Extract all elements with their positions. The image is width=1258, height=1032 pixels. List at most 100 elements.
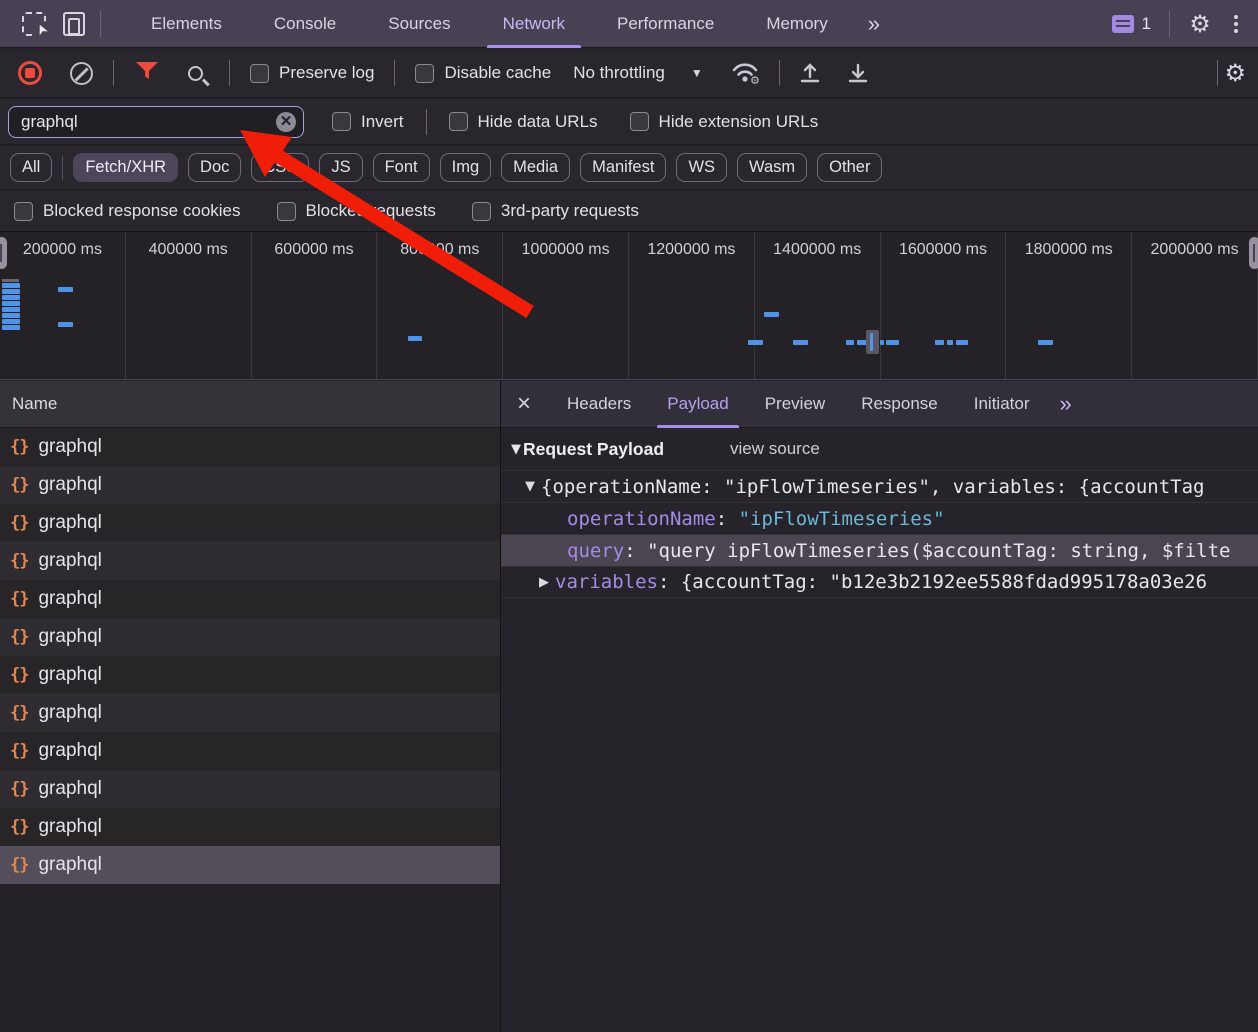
network-settings-gear-icon[interactable]: ⚙	[1224, 61, 1246, 86]
issues-counter[interactable]: 1	[1104, 14, 1159, 34]
detail-tab-preview[interactable]: Preview	[747, 381, 843, 428]
json-file-icon: {}	[10, 779, 28, 799]
timeline-request-bar	[2, 319, 20, 324]
payload-token: "ipFlowTimeseries"	[739, 508, 945, 530]
record-network-log-button[interactable]	[18, 61, 42, 85]
detail-more-tabs-icon[interactable]: »	[1048, 391, 1082, 417]
request-row[interactable]: {}graphql	[0, 428, 500, 466]
json-file-icon: {}	[10, 817, 28, 837]
request-row[interactable]: {}graphql	[0, 732, 500, 770]
chip-css[interactable]: CSS	[251, 153, 309, 182]
hide-extension-urls-label: Hide extension URLs	[659, 112, 819, 132]
request-payload-header[interactable]: ▼ Request Payload view source	[501, 428, 1258, 470]
json-file-icon: {}	[10, 665, 28, 685]
chip-media[interactable]: Media	[501, 153, 570, 182]
request-name: graphql	[38, 474, 101, 496]
chip-img[interactable]: Img	[440, 153, 492, 182]
preserve-log-checkbox[interactable]: Preserve log	[250, 63, 374, 83]
detail-tab-initiator[interactable]: Initiator	[956, 381, 1048, 428]
chip-other[interactable]: Other	[817, 153, 882, 182]
overview-left-handle[interactable]	[0, 237, 7, 269]
detail-tab-payload[interactable]: Payload	[649, 381, 746, 428]
request-list: {}graphql{}graphql{}graphql{}graphql{}gr…	[0, 428, 500, 884]
view-source-button[interactable]: view source	[730, 439, 820, 459]
import-har-icon[interactable]	[798, 61, 822, 85]
network-overview-timeline[interactable]: 200000 ms400000 ms600000 ms800000 ms1000…	[0, 232, 1258, 380]
inspect-element-icon[interactable]	[14, 4, 54, 44]
json-file-icon: {}	[10, 627, 28, 647]
panel-tab-performance[interactable]: Performance	[591, 0, 740, 48]
expand-triangle-icon[interactable]: ▼	[519, 479, 541, 494]
checkbox-box	[415, 64, 434, 83]
overview-right-handle[interactable]	[1249, 237, 1258, 269]
timeline-label: 1400000 ms	[755, 232, 881, 379]
payload-line[interactable]: query: "query ipFlowTimeseries($accountT…	[501, 534, 1258, 566]
timeline-request-bar	[2, 325, 20, 330]
payload-line[interactable]: ▶variables: {accountTag: "b12e3b2192ee55…	[501, 566, 1258, 598]
filter-input[interactable]	[8, 106, 304, 138]
request-row[interactable]: {}graphql	[0, 618, 500, 656]
device-toolbar-icon[interactable]	[54, 4, 94, 44]
chip-fetch-xhr[interactable]: Fetch/XHR	[73, 153, 178, 182]
more-options-icon[interactable]	[1224, 15, 1248, 33]
close-detail-icon[interactable]: ×	[501, 392, 549, 416]
panel-tab-network[interactable]: Network	[477, 0, 591, 48]
requests-name-column-header[interactable]: Name	[0, 381, 500, 428]
chip-doc[interactable]: Doc	[188, 153, 241, 182]
request-row[interactable]: {}graphql	[0, 846, 500, 884]
detail-tab-response[interactable]: Response	[843, 381, 956, 428]
clear-filter-icon[interactable]: ✕	[276, 112, 296, 132]
request-row[interactable]: {}graphql	[0, 808, 500, 846]
request-row[interactable]: {}graphql	[0, 466, 500, 504]
chip-js[interactable]: JS	[319, 153, 362, 182]
clear-network-log-button[interactable]	[70, 62, 93, 85]
toolbar-divider	[100, 11, 101, 37]
request-row[interactable]: {}graphql	[0, 694, 500, 732]
hide-extension-urls-checkbox[interactable]: Hide extension URLs	[630, 112, 819, 132]
panel-tab-memory[interactable]: Memory	[740, 0, 853, 48]
detail-tab-headers[interactable]: Headers	[549, 381, 649, 428]
throttling-dropdown[interactable]: No throttling ▼	[573, 63, 703, 83]
payload-line[interactable]: ▼{operationName: "ipFlowTimeseries", var…	[501, 470, 1258, 502]
chip-font[interactable]: Font	[373, 153, 430, 182]
timeline-label: 800000 ms	[377, 232, 503, 379]
request-row[interactable]: {}graphql	[0, 580, 500, 618]
toolbar-divider	[229, 60, 230, 86]
filter-toggle-icon[interactable]	[136, 62, 158, 85]
payload-token: : "query ipFlowTimeseries($accountTag: s…	[624, 540, 1230, 562]
request-name: graphql	[38, 436, 101, 458]
network-conditions-icon[interactable]: ⚙	[731, 61, 761, 85]
payload-line[interactable]: operationName: "ipFlowTimeseries"	[501, 502, 1258, 534]
third-party-requests-checkbox[interactable]: 3rd-party requests	[472, 201, 639, 221]
blocked-response-cookies-checkbox[interactable]: Blocked response cookies	[14, 201, 241, 221]
request-row[interactable]: {}graphql	[0, 542, 500, 580]
settings-gear-icon[interactable]: ⚙	[1180, 4, 1220, 44]
chip-divider	[62, 156, 63, 180]
devtools-window: ElementsConsoleSourcesNetworkPerformance…	[0, 0, 1258, 1032]
chip-ws[interactable]: WS	[676, 153, 727, 182]
panel-tab-elements[interactable]: Elements	[125, 0, 248, 48]
payload-token: operationName	[567, 508, 716, 530]
payload-lines: ▼{operationName: "ipFlowTimeseries", var…	[501, 470, 1258, 598]
expand-triangle-icon[interactable]: ▶	[533, 575, 555, 590]
panel-tab-console[interactable]: Console	[248, 0, 362, 48]
request-row[interactable]: {}graphql	[0, 504, 500, 542]
chip-all[interactable]: All	[10, 153, 52, 182]
more-panels-button[interactable]: »	[854, 11, 892, 37]
timeline-request-bar	[2, 295, 20, 300]
throttling-value: No throttling	[573, 63, 665, 83]
request-row[interactable]: {}graphql	[0, 656, 500, 694]
chip-manifest[interactable]: Manifest	[580, 153, 666, 182]
disable-cache-checkbox[interactable]: Disable cache	[415, 63, 551, 83]
search-icon[interactable]	[188, 66, 203, 81]
timeline-label: 1600000 ms	[881, 232, 1007, 379]
export-har-icon[interactable]	[846, 61, 870, 85]
blocked-requests-checkbox[interactable]: Blocked requests	[277, 201, 436, 221]
disable-cache-label: Disable cache	[444, 63, 551, 83]
network-filter-bar: ✕ Invert Hide data URLs Hide extension U…	[0, 99, 1258, 145]
hide-data-urls-checkbox[interactable]: Hide data URLs	[449, 112, 598, 132]
request-row[interactable]: {}graphql	[0, 770, 500, 808]
panel-tab-sources[interactable]: Sources	[362, 0, 476, 48]
chip-wasm[interactable]: Wasm	[737, 153, 807, 182]
invert-checkbox[interactable]: Invert	[332, 112, 404, 132]
